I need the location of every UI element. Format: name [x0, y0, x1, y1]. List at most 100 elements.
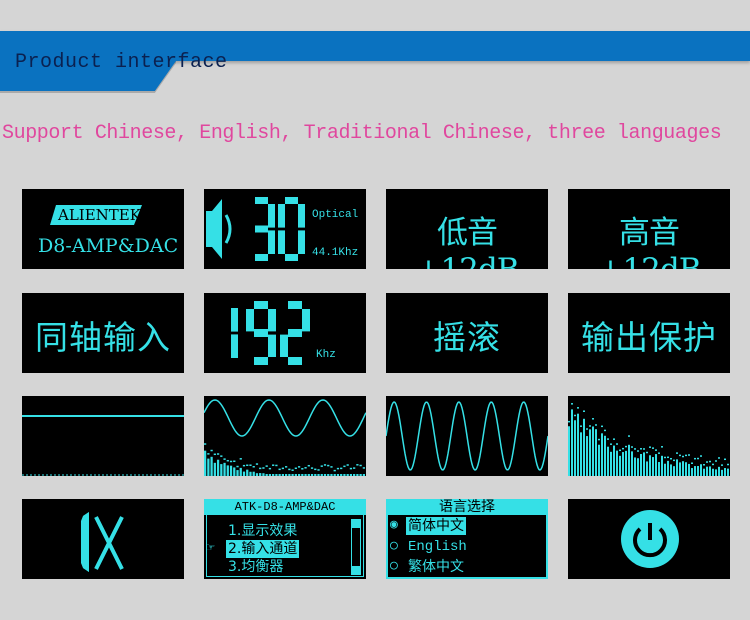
spectrum-bar [703, 468, 705, 476]
spectrum-peak [294, 467, 297, 470]
spectrum-peak [667, 456, 669, 459]
spectrum-bar [239, 467, 242, 476]
spectrum-peak [652, 447, 654, 449]
spectrum-peak [712, 463, 714, 466]
spectrum-bar [628, 444, 630, 476]
rock-label: 摇滚 [433, 318, 501, 357]
spectrum-bar [330, 474, 333, 476]
language-option[interactable]: English [408, 538, 467, 556]
spectrum-bar [694, 466, 696, 476]
spectrum-peak [285, 466, 288, 468]
protect-label: 输出保护 [581, 318, 717, 357]
spectrum-bar [323, 474, 327, 476]
digit-segment [278, 230, 285, 254]
spectrum-bar [340, 474, 343, 476]
screen-samplerate: Khz [204, 293, 366, 373]
spectrum-peak [580, 425, 582, 427]
spectrum-peak [631, 446, 633, 448]
spectrum-bar [691, 468, 693, 476]
spectrum-peak [724, 458, 726, 461]
screen-bass: 低音+12dB [386, 189, 548, 269]
radio-icon[interactable]: ○ [390, 558, 398, 573]
spectrum-bar [336, 474, 340, 476]
spectrum-bar [307, 474, 310, 476]
digit-segment [278, 204, 285, 228]
spectrum-bar [242, 471, 246, 476]
spectrum-peak [670, 457, 672, 460]
spectrum-bar [580, 432, 582, 476]
digit-segment [231, 334, 238, 358]
spectrum-peak [275, 464, 278, 467]
spectrum-bar [700, 464, 702, 476]
spectrum-bar [249, 471, 252, 476]
spectrum-bar [327, 474, 330, 476]
spectrum-bar [275, 474, 278, 476]
spectrum-peak [288, 468, 291, 471]
screen-volume: Optical 44.1Khz [204, 189, 366, 269]
menu-item[interactable]: 1.显示效果 [228, 522, 297, 540]
spectrum-peak [307, 464, 310, 467]
digit-segment [255, 197, 268, 204]
spectrum-peak [616, 443, 618, 445]
spectrum-peak [682, 455, 684, 458]
spectrum-peak [356, 464, 359, 466]
spectrum-peak [691, 462, 693, 464]
digit-segment [288, 357, 302, 365]
spectrum-peak [259, 467, 262, 470]
spectrum-bar [210, 456, 213, 476]
spectrum-bar [724, 468, 726, 476]
waveform [386, 401, 548, 471]
digit-segment [254, 357, 268, 365]
digit-segment [246, 309, 254, 332]
spectrum-bar [291, 474, 294, 476]
spectrum-bar [634, 457, 636, 476]
radio-icon[interactable]: ○ [390, 538, 398, 553]
model-label: D8-AMP&DAC [38, 235, 179, 257]
spectrum-peak [640, 448, 642, 450]
digit-segment [288, 329, 302, 337]
spectrum-bar [715, 469, 717, 476]
spectrum-bar [285, 474, 288, 476]
radio-checked-icon[interactable]: ◉ [390, 517, 398, 532]
spectrum-peak [715, 460, 717, 462]
spectrum-bar [333, 474, 336, 476]
scrollbar[interactable] [351, 519, 361, 575]
spectrum-bar [682, 461, 684, 476]
menu-item-selected[interactable]: 2.输入通道 [226, 540, 300, 558]
spectrum-peak [304, 467, 307, 469]
spectrum-peak [216, 453, 220, 455]
spectrum-bar [616, 450, 618, 476]
spectrum-bar [721, 469, 723, 476]
spectrum-bar [314, 474, 317, 476]
screen-sine-wave [386, 396, 548, 476]
spectrum-peak [220, 455, 223, 457]
language-option-selected[interactable]: 简体中文 [406, 517, 466, 535]
spectrum-peak [327, 464, 330, 467]
spectrum-bar [317, 474, 320, 476]
spectrum-peak [210, 449, 213, 452]
spectrum-bar [359, 474, 362, 476]
digit-segment [255, 225, 268, 233]
waveform [204, 399, 366, 437]
spectrum-peak [727, 463, 729, 466]
spectrum-bar [278, 474, 281, 476]
spectrum-bar [362, 474, 365, 476]
spectrum-bar [353, 474, 356, 476]
screen-protect: 输出保护 [568, 293, 730, 373]
brand-logo: ALIENTEK [58, 206, 141, 224]
spectrum-peak [601, 425, 603, 428]
menu-item[interactable]: 3.均衡器 [228, 558, 283, 576]
spectrum-bar [577, 413, 579, 476]
spectrum-bar [706, 466, 708, 476]
spectrum-bar [670, 464, 672, 476]
language-option[interactable]: 繁体中文 [408, 558, 464, 576]
spectrum-peak [598, 438, 600, 441]
spectrum-peak [649, 446, 651, 448]
spectrum-peak [333, 469, 336, 472]
spectrum-bar [349, 474, 353, 476]
spectrum-peak [637, 450, 639, 452]
screen-rock: 摇滚 [386, 293, 548, 373]
spectrum-peak [721, 464, 723, 466]
spectrum-bar [236, 470, 239, 476]
spectrum-peak [233, 460, 236, 463]
